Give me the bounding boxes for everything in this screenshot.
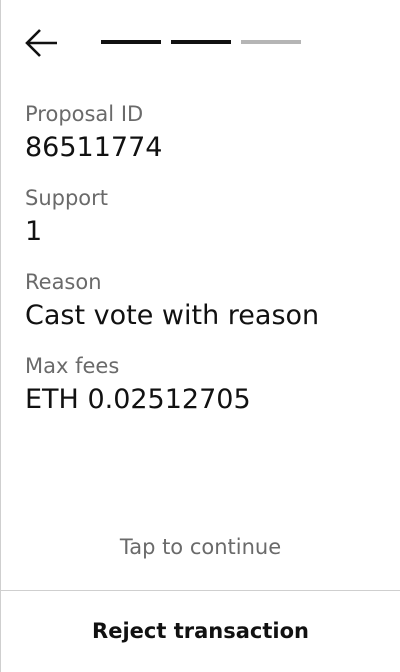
field-value: 1 xyxy=(25,216,43,247)
field-support: Support 1 xyxy=(25,184,385,268)
field-value: ETH 0.02512705 xyxy=(25,384,251,415)
field-label: Support xyxy=(25,186,109,210)
transaction-details: Proposal ID 86511774 Support 1 Reason Ca… xyxy=(25,100,385,436)
field-max-fees: Max fees ETH 0.02512705 xyxy=(25,352,385,436)
field-value: Cast vote with reason xyxy=(25,300,320,331)
field-label: Proposal ID xyxy=(25,102,144,126)
field-reason: Reason Cast vote with reason xyxy=(25,268,385,352)
header xyxy=(24,26,364,60)
reject-transaction-button[interactable]: Reject transaction xyxy=(1,591,400,672)
field-label: Max fees xyxy=(25,354,120,378)
field-proposal-id: Proposal ID 86511774 xyxy=(25,100,385,184)
step-indicator-2 xyxy=(171,40,231,44)
transaction-review-screen: Proposal ID 86511774 Support 1 Reason Ca… xyxy=(0,0,400,672)
field-label: Reason xyxy=(25,270,102,294)
tap-to-continue[interactable]: Tap to continue xyxy=(1,532,400,562)
step-indicator-3 xyxy=(241,40,301,44)
arrow-left-icon[interactable] xyxy=(24,26,60,60)
field-value: 86511774 xyxy=(25,132,163,163)
step-indicator-1 xyxy=(101,40,161,44)
